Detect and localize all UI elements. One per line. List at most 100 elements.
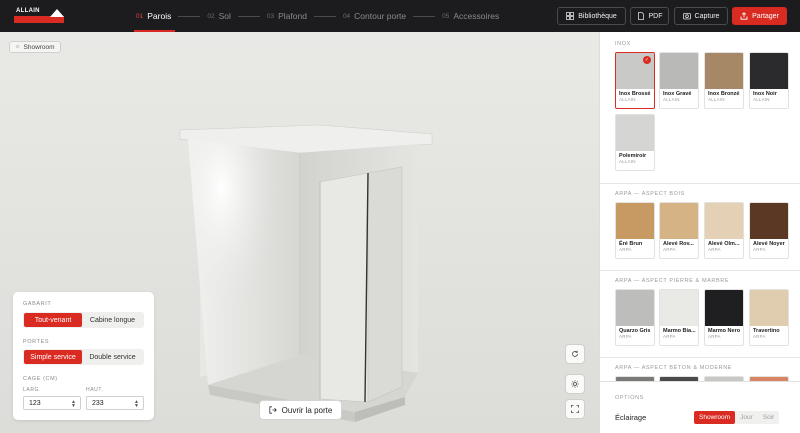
beton-section-title: ARPA — ASPECT BÉTON & MODERNE <box>615 365 733 371</box>
material-swatch <box>750 53 788 89</box>
share-label: Partager <box>752 12 779 20</box>
material-card[interactable]: Marmo Bia... ARPA <box>659 289 699 346</box>
capture-label: Capture <box>694 12 720 20</box>
section-divider <box>600 357 800 358</box>
material-brand: ALLAIN <box>663 97 680 102</box>
material-name: Travertino <box>753 328 780 334</box>
material-brand: ARPA <box>708 334 721 339</box>
material-swatch <box>660 290 698 326</box>
material-swatch <box>616 290 654 326</box>
gabarit-tout-venant[interactable]: Tout-venant <box>24 313 82 327</box>
open-door-button[interactable]: Ouvrir la porte <box>259 400 342 420</box>
material-brand: ALLAIN <box>619 97 636 102</box>
step-label: Parois <box>147 11 172 21</box>
material-name: Alevé Noyer <box>753 241 785 247</box>
pdf-button[interactable]: PDF <box>630 7 669 25</box>
brand-name: ALLAIN <box>16 8 40 14</box>
sun-icon <box>571 380 579 388</box>
gabarit-cabine-longue[interactable]: Cabine longue <box>82 313 143 327</box>
step-separator <box>413 15 436 17</box>
step-label: Plafond <box>278 11 307 21</box>
step-separator <box>237 15 260 17</box>
top-bar: ALLAIN 01 Parois 02 Sol 03 Plafond 04 Co… <box>0 0 800 32</box>
door-exit-icon <box>269 406 277 414</box>
step-number: 03 <box>266 12 275 20</box>
step-label: Accessoires <box>453 11 500 21</box>
material-brand: ARPA <box>619 247 632 252</box>
material-brand: ALLAIN <box>753 97 770 102</box>
grid-icon <box>566 12 575 20</box>
material-card[interactable]: Quarzo Gris ARPA <box>615 289 655 346</box>
material-card[interactable]: Inox Bronzé ALLAIN <box>704 52 744 109</box>
step-label: Sol <box>218 11 231 21</box>
step-separator <box>313 15 336 17</box>
material-swatch <box>705 290 743 326</box>
material-card[interactable]: Inox Brossé ALLAIN ✓ <box>615 52 655 109</box>
material-swatch <box>616 115 654 151</box>
rotate-button[interactable] <box>565 344 585 364</box>
material-card[interactable]: Marmo Nero ARPA <box>704 289 744 346</box>
step-number: 05 <box>442 12 450 20</box>
section-divider <box>600 270 800 271</box>
lighting-jour[interactable]: Jour <box>735 411 758 424</box>
larg-select[interactable]: 123 ▲ ▼ <box>23 396 81 410</box>
portes-simple-service[interactable]: Simple service <box>24 350 82 364</box>
step-parois[interactable]: 01 Parois <box>133 0 176 32</box>
material-name: Alevé Rov... <box>663 241 694 247</box>
material-name: Inox Gravé <box>663 91 692 97</box>
brand-logo[interactable]: ALLAIN <box>14 8 64 24</box>
material-card[interactable]: Éré Brun ARPA <box>615 202 655 259</box>
logo-bar <box>14 16 64 23</box>
share-button[interactable]: Partager <box>732 7 787 25</box>
material-swatch <box>750 203 788 239</box>
larg-label: LARG. <box>23 387 42 393</box>
step-separator <box>178 15 201 17</box>
material-name: Alevé Olm... <box>708 241 740 247</box>
pierre-section-title: ARPA — ASPECT PIERRE & MARBRE <box>615 278 730 284</box>
rotate-icon <box>571 350 579 358</box>
step-plafond[interactable]: 03 Plafond <box>267 0 307 32</box>
material-swatch <box>705 203 743 239</box>
material-card[interactable]: Inox Noir ALLAIN <box>749 52 789 109</box>
materials-panel: INOX Inox Brossé ALLAIN ✓ Inox Gravé ALLAIN I… <box>599 32 800 433</box>
portes-label: PORTES <box>23 339 50 345</box>
portes-double-service[interactable]: Double service <box>82 350 143 364</box>
step-sol[interactable]: 02 Sol <box>207 0 231 32</box>
material-card[interactable]: Polemiroir ALLAIN <box>615 114 655 171</box>
updown-icon: ▲ ▼ <box>134 399 139 409</box>
material-card[interactable]: Alevé Rov... ARPA <box>659 202 699 259</box>
haut-select[interactable]: 233 ▲ ▼ <box>86 396 144 410</box>
library-button[interactable]: Bibliothèque <box>557 7 626 25</box>
material-swatch <box>660 53 698 89</box>
lighting-button[interactable] <box>565 374 585 394</box>
options-title: OPTIONS <box>615 395 644 401</box>
material-brand: ARPA <box>753 334 766 339</box>
showroom-chip[interactable]: ☼ Showroom <box>9 41 61 53</box>
material-brand: ARPA <box>619 334 632 339</box>
material-name: Polemiroir <box>619 153 647 159</box>
material-card[interactable]: Alevé Olm... ARPA <box>704 202 744 259</box>
lighting-soir[interactable]: Soir <box>758 411 780 424</box>
capture-button[interactable]: Capture <box>674 7 728 25</box>
updown-icon: ▲ ▼ <box>71 399 76 409</box>
material-name: Marmo Bia... <box>663 328 696 334</box>
material-name: Inox Bronzé <box>708 91 740 97</box>
material-card[interactable]: Inox Gravé ALLAIN <box>659 52 699 109</box>
haut-label: HAUT. <box>86 387 104 393</box>
material-brand: ALLAIN <box>619 159 636 164</box>
material-name: Quarzo Gris <box>619 328 651 334</box>
material-brand: ARPA <box>663 247 676 252</box>
sun-icon: ☼ <box>15 44 21 50</box>
material-swatch <box>660 203 698 239</box>
selected-check-icon: ✓ <box>643 56 651 64</box>
lighting-showroom[interactable]: Showroom <box>694 411 736 424</box>
fullscreen-button[interactable] <box>565 399 585 419</box>
material-card[interactable]: Alevé Noyer ARPA <box>749 202 789 259</box>
material-card[interactable]: Travertino ARPA <box>749 289 789 346</box>
step-contour-porte[interactable]: 04 Contour porte <box>343 0 406 32</box>
material-swatch <box>705 53 743 89</box>
material-name: Inox Noir <box>753 91 777 97</box>
elevator-cabin-3d[interactable] <box>170 87 440 427</box>
section-divider <box>600 183 800 184</box>
step-accessoires[interactable]: 05 Accessoires <box>442 0 499 32</box>
